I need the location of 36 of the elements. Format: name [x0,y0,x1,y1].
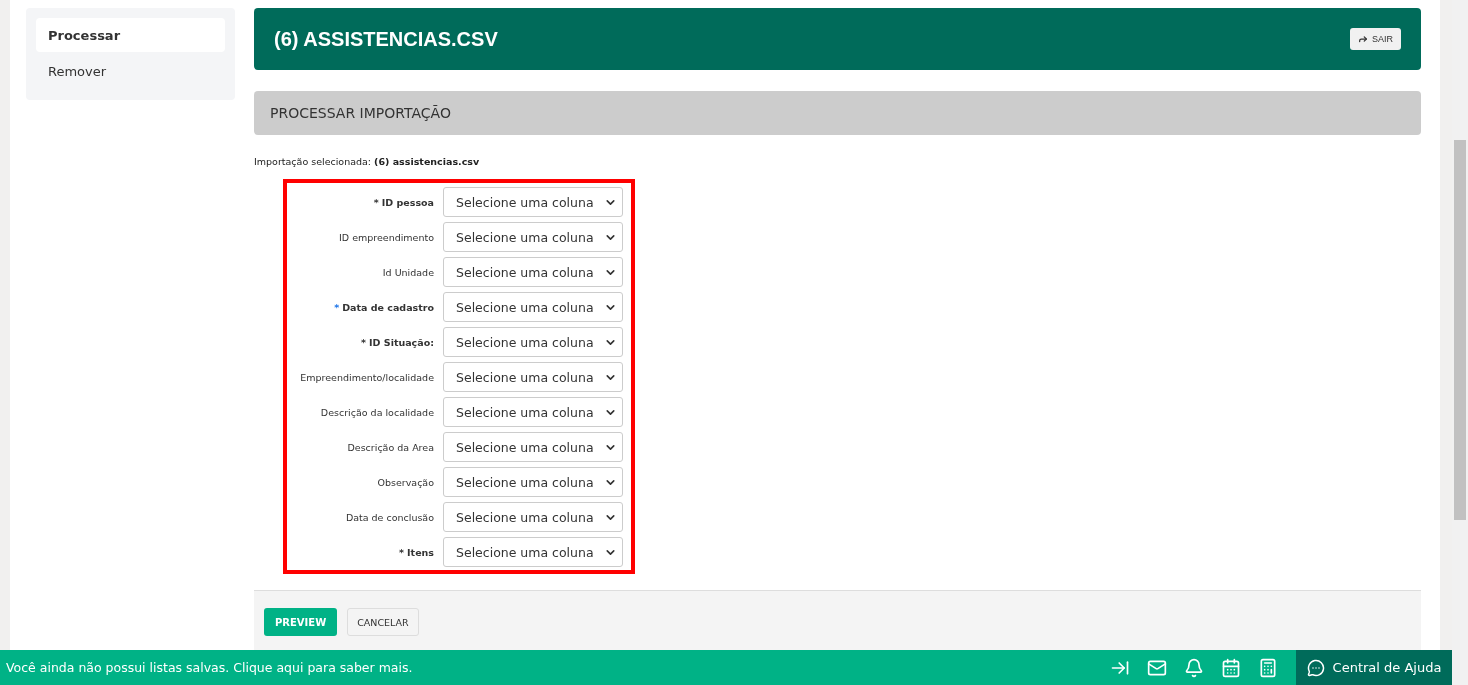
field-label: Empreendimento/localidade [299,371,434,383]
field-label: Observação [376,476,434,488]
field-label: * ID pessoa [372,196,434,208]
field-label: Descrição da localidade [319,406,434,418]
field-label: Id Unidade [381,266,434,278]
help-center-button[interactable]: Central de Ajuda [1296,650,1452,685]
field-label: Data de conclusão [344,511,434,523]
column-select[interactable]: Selecione uma coluna [443,292,623,322]
column-select[interactable]: Selecione uma coluna [443,432,623,462]
forward-arrow-icon [1358,34,1368,44]
column-select[interactable]: Selecione uma coluna [443,257,623,287]
column-select[interactable]: Selecione uma coluna [443,467,623,497]
scrollbar-thumb[interactable] [1454,140,1466,520]
cancel-button[interactable]: CANCELAR [347,608,419,636]
exit-button[interactable]: SAIR [1350,28,1401,50]
calendar-icon[interactable] [1221,657,1241,678]
field-label: * Itens [398,546,434,558]
column-select[interactable]: Selecione uma coluna [443,397,623,427]
bell-icon[interactable] [1184,657,1204,678]
sidebar-item[interactable]: Processar [36,18,225,52]
selected-import-text: Importação selecionada: (6) assistencias.csv [254,156,481,167]
chat-icon [1306,658,1325,677]
column-select[interactable]: Selecione uma coluna [443,537,623,567]
column-select[interactable]: Selecione uma coluna [443,362,623,392]
column-select[interactable]: Selecione uma coluna [443,222,623,252]
field-label: * ID Situação: [360,336,434,348]
column-select[interactable]: Selecione uma coluna [443,327,623,357]
section-title: PROCESSAR IMPORTAÇÃO [270,105,451,121]
calculator-icon[interactable] [1258,657,1278,678]
field-label: Descrição da Area [346,441,434,453]
field-label: ID empreendimento [338,231,434,243]
page-title: (6) ASSISTENCIAS.CSV [274,27,498,51]
field-label: * Data de cadastro [333,301,434,313]
column-select[interactable]: Selecione uma coluna [443,502,623,532]
column-select[interactable]: Selecione uma coluna [443,187,623,217]
sidebar-item[interactable]: Remover [36,54,225,88]
